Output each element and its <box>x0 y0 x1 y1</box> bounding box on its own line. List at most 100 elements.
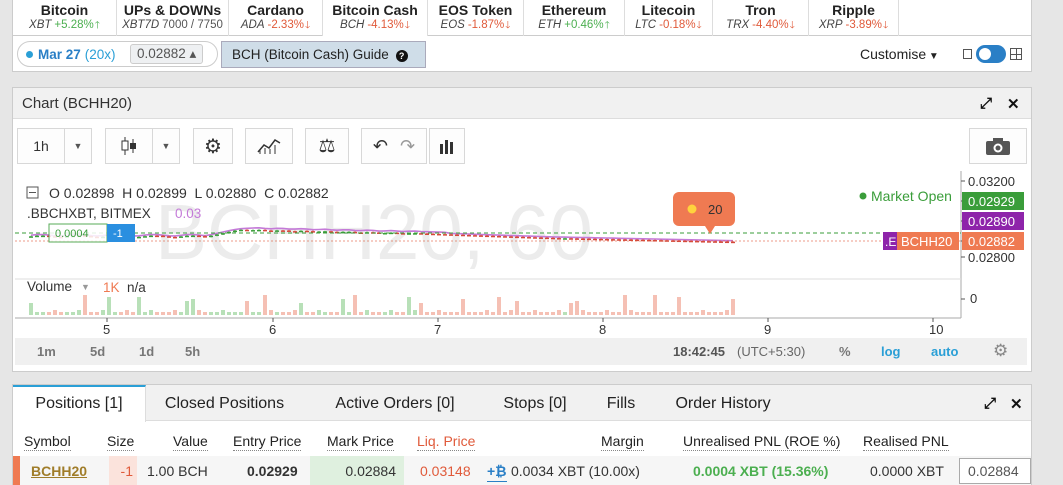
undo-redo-buttons[interactable]: ↶ ↷ <box>361 128 427 164</box>
tab-positions[interactable]: Positions [1] <box>13 385 146 422</box>
volume-bar <box>47 312 51 315</box>
settings-button[interactable]: ⚙ <box>193 128 233 164</box>
chart-type-button[interactable] <box>429 128 465 164</box>
interval-button[interactable]: 1h <box>17 128 65 164</box>
volume-bar <box>473 312 477 315</box>
range-button-1m[interactable]: 1m <box>37 344 56 359</box>
ticker-xrp[interactable]: Ripple XRP -3.89%🡓 <box>809 0 899 36</box>
close-price-input[interactable]: 0.02884 <box>959 458 1031 484</box>
unrealised-pnl: 0.0004 XBT (15.36%) <box>693 463 829 479</box>
column-header-mark-price[interactable]: Mark Price <box>327 433 394 451</box>
percent-scale-button[interactable]: % <box>839 344 851 359</box>
column-header-value[interactable]: Value <box>173 433 208 451</box>
candle-type-dropdown[interactable]: ▼ <box>152 128 180 164</box>
volume-bar <box>581 310 585 315</box>
guide-button[interactable]: BCH (Bitcoin Cash) Guide ? <box>221 41 426 68</box>
column-header-size[interactable]: Size <box>107 433 135 451</box>
time-axis-label: 5 <box>103 318 110 337</box>
arrow-down-icon: 🡓 <box>304 20 311 31</box>
single-layout-icon[interactable] <box>963 49 972 59</box>
ticker-eth[interactable]: Ethereum ETH +0.46%🡑 <box>524 0 625 36</box>
index-legend-value: 0.03 <box>175 206 201 221</box>
price-chart[interactable]: BCHH20, 60 O 0.02898 H 0.02899 L 0.02880… <box>15 171 1027 366</box>
volume-bar <box>119 312 123 315</box>
tab-order-history[interactable]: Order History <box>658 385 788 421</box>
volume-bar <box>599 312 603 315</box>
column-header-unrealised-pnl-roe[interactable]: Unrealised PNL (ROE %) <box>683 433 841 451</box>
volume-bar <box>215 312 219 315</box>
customise-dropdown[interactable]: Customise ▼ <box>860 46 939 62</box>
bubble-count: 20 <box>708 202 722 217</box>
timezone: (UTC+5:30) <box>737 344 806 359</box>
volume-bar <box>401 312 405 315</box>
log-scale-button[interactable]: log <box>881 344 901 359</box>
indicators-button[interactable] <box>245 128 293 164</box>
position-symbol-link[interactable]: BCHH20 <box>31 456 87 485</box>
ticker-stats: TRX -4.40%🡓 <box>713 18 808 33</box>
chart-header: Chart (BCHH20) ⤢ ✕ <box>13 88 1031 119</box>
candle-type-button[interactable] <box>105 128 153 164</box>
ticker-bch[interactable]: Bitcoin Cash BCH -4.13%🡓 <box>323 0 428 36</box>
gear-icon[interactable]: ⚙ <box>993 341 1008 361</box>
volume-bar <box>569 303 573 315</box>
volume-bar <box>539 312 543 315</box>
notification-bubble[interactable]: 20 <box>673 192 735 234</box>
expand-icon[interactable]: ⤢ <box>980 95 992 112</box>
ticker-xbt7d[interactable]: UPs & DOWNs XBT7D 7000 / 7750 <box>117 0 229 36</box>
grid-layout-icon[interactable] <box>1010 48 1022 60</box>
volume-bar <box>275 312 279 315</box>
series-tag-label: BCHH20 <box>901 234 952 249</box>
volume-bar <box>395 312 399 315</box>
compare-button[interactable]: ⚖ <box>305 128 349 164</box>
volume-bar <box>359 312 363 315</box>
redo-icon[interactable]: ↷ <box>400 136 415 157</box>
snapshot-button[interactable] <box>969 128 1027 164</box>
ticker-eos[interactable]: EOS Token EOS -1.87%🡓 <box>428 0 524 36</box>
undo-icon[interactable]: ↶ <box>373 136 388 157</box>
contract-selector[interactable]: Mar 27 (20x) 0.02882 ▴ <box>17 41 218 67</box>
ticker-trx[interactable]: Tron TRX -4.40%🡓 <box>713 0 809 36</box>
column-header-realised-pnl[interactable]: Realised PNL <box>863 433 949 451</box>
customise-label: Customise <box>860 46 927 62</box>
tab-active-orders[interactable]: Active Orders [0] <box>313 385 477 421</box>
ticker-ada[interactable]: Cardano ADA -2.33%🡓 <box>229 0 323 36</box>
expand-icon[interactable]: ⤢ <box>984 395 996 412</box>
range-button-5h[interactable]: 5h <box>185 344 200 359</box>
contract-status-dot <box>26 50 33 58</box>
ticker-stats: XBT +5.28%🡑 <box>13 18 116 33</box>
ticker-symbol: EOS <box>440 19 465 31</box>
column-header-liq-price[interactable]: Liq. Price <box>417 433 476 451</box>
range-button-5d[interactable]: 5d <box>90 344 105 359</box>
column-header-symbol[interactable]: Symbol <box>24 433 71 451</box>
tab-closed-positions[interactable]: Closed Positions <box>146 385 303 421</box>
volume-value: 1K <box>103 280 120 295</box>
ticker-bar-filler <box>899 0 1031 35</box>
volume-bar <box>701 310 705 315</box>
ticker-change: -2.33% <box>267 19 304 31</box>
close-icon[interactable]: ✕ <box>1007 95 1020 113</box>
tab-stops[interactable]: Stops [0] <box>487 385 583 421</box>
volume-dropdown-icon[interactable]: ▼ <box>81 282 90 292</box>
volume-bar <box>419 303 423 315</box>
ticker-ltc[interactable]: Litecoin LTC -0.18%🡓 <box>625 0 713 36</box>
auto-scale-button[interactable]: auto <box>931 344 958 359</box>
volume-bar <box>83 295 87 315</box>
arrow-down-icon: 🡓 <box>505 20 511 31</box>
add-margin-button[interactable]: +₿ <box>487 460 507 482</box>
layout-toggle-switch[interactable] <box>976 45 1006 63</box>
time-axis: 5 6 7 8 9 10 <box>103 318 943 337</box>
volume-bar <box>713 312 717 315</box>
time-axis-label: 6 <box>269 318 276 337</box>
close-icon[interactable]: ✕ <box>1010 395 1023 413</box>
volume-bar <box>29 303 33 315</box>
volume-bar <box>695 312 699 315</box>
volume-bar <box>407 297 411 315</box>
interval-dropdown[interactable]: ▼ <box>64 128 92 164</box>
chart-footer: 18:42:45 (UTC+5:30) % log auto ⚙ 1m 5d 1d 5… <box>15 338 1027 365</box>
column-header-entry-price[interactable]: Entry Price <box>233 433 302 451</box>
ticker-xbt[interactable]: Bitcoin XBT +5.28%🡑 <box>13 0 117 36</box>
range-button-1d[interactable]: 1d <box>139 344 154 359</box>
tab-fills[interactable]: Fills <box>594 385 648 421</box>
ticker-stats: XBT7D 7000 / 7750 <box>117 18 228 33</box>
column-header-margin[interactable]: Margin <box>601 433 644 451</box>
